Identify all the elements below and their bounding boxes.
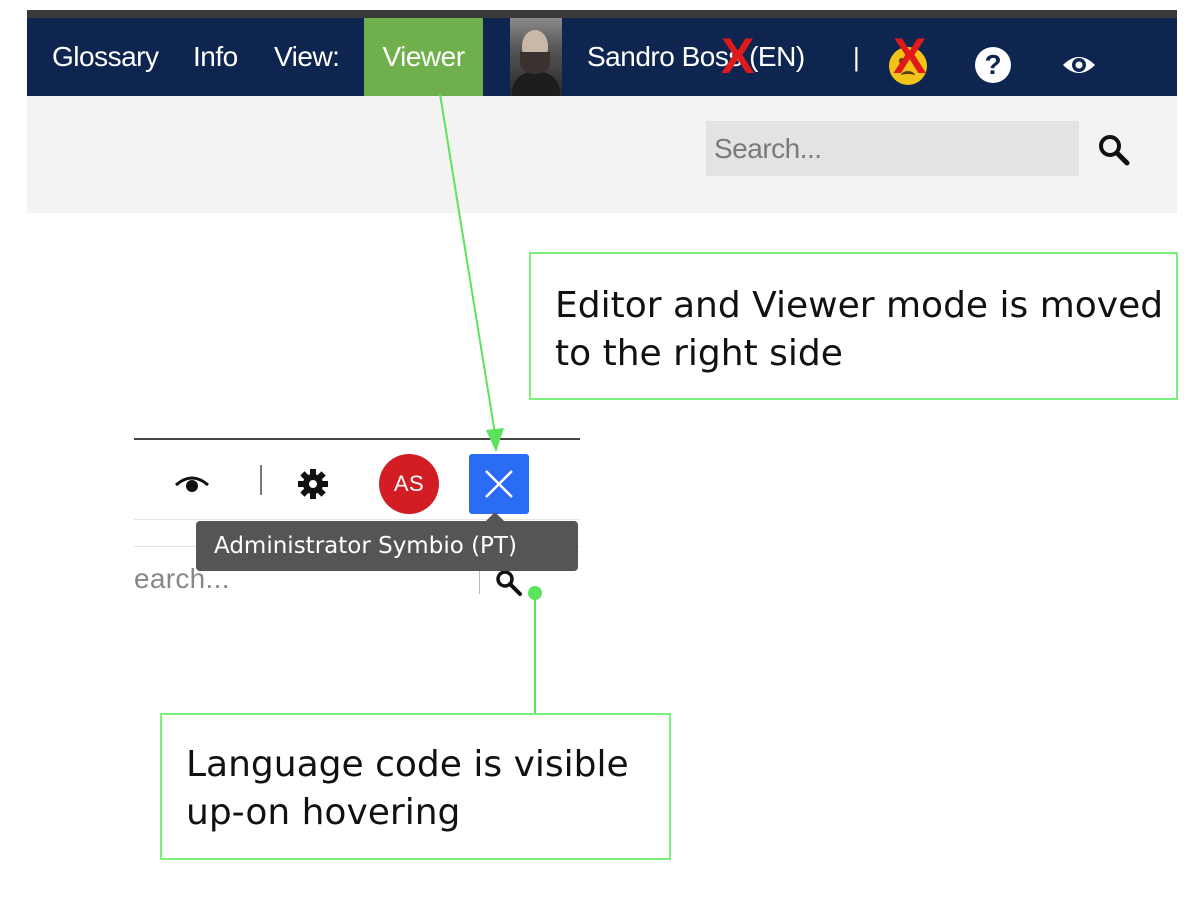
nav-info-link[interactable]: Info [193,18,238,96]
avatar-body [512,72,560,96]
user-avatar-photo[interactable] [510,18,562,96]
nav-glossary-link[interactable]: Glossary [52,18,159,96]
eye-icon[interactable] [174,472,210,494]
avatar-beard [520,52,550,74]
top-strip [27,10,1177,18]
view-mode-viewer-button[interactable]: Viewer [364,18,483,96]
user-tooltip: Administrator Symbio (PT) [196,512,578,571]
strike-mark-language: X [721,28,755,84]
nav-view-label: View: [274,41,340,72]
search-icon[interactable] [494,568,524,598]
toolbar-separator [260,465,262,495]
new-ui-screenshot: AS earch... [134,438,580,598]
callout-language-code: Language code is visible up-on hovering [160,713,671,860]
gear-icon[interactable] [296,467,330,501]
close-button[interactable] [469,454,529,514]
search-input[interactable]: Search... [706,121,1079,176]
help-icon[interactable]: ? [975,47,1011,83]
tooltip-text: Administrator Symbio (PT) [214,533,517,559]
tooltip-arrow [486,512,504,521]
callout-language-code-text: Language code is visible up-on hovering [186,744,629,833]
search-icon[interactable] [1097,133,1131,167]
eye-icon[interactable] [1061,51,1097,79]
close-icon [485,470,513,498]
user-avatar[interactable]: AS [379,454,439,514]
strike-mark-emoji: X [893,28,927,84]
old-subbar: Search... [27,96,1177,213]
old-ui-screenshot: Glossary Info View: Viewer Sandro Boss (… [27,10,1177,213]
connector-search-to-callout [528,586,542,713]
callout-mode-moved: Editor and Viewer mode is moved to the r… [529,252,1178,400]
nav-separator: | [853,42,860,72]
new-toolbar: AS [134,440,580,520]
user-name-language[interactable]: Sandro Boss (EN) [587,18,805,96]
callout-mode-moved-text: Editor and Viewer mode is moved to the r… [555,285,1164,374]
old-navbar: Glossary Info View: Viewer Sandro Boss (… [27,18,1177,96]
